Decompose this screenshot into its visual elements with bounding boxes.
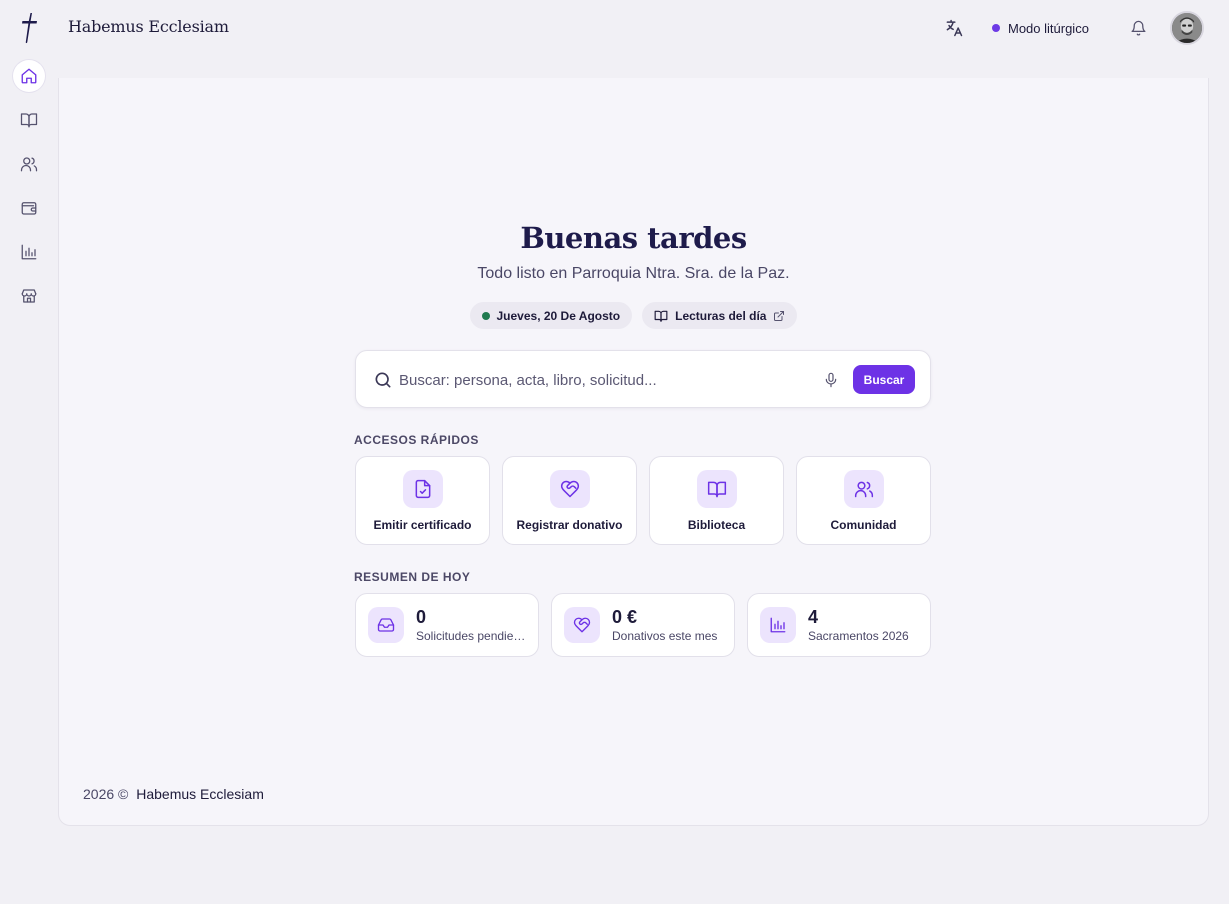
summary-title: RESUMEN DE HOY (354, 570, 471, 584)
bell-icon[interactable] (1128, 18, 1148, 38)
quick-issue-certificate[interactable]: Emitir certificado (355, 456, 490, 545)
stat-label: Donativos este mes (612, 629, 718, 643)
liturgical-mode-toggle[interactable]: Modo litúrgico (992, 17, 1089, 39)
sidebar-item-statistics[interactable] (13, 236, 45, 268)
search-bar: Buscar (355, 350, 931, 408)
app-brand[interactable]: Habemus Ecclesiam (68, 17, 229, 36)
quick-access-label: Registrar donativo (516, 518, 623, 532)
sidebar-item-community[interactable] (13, 148, 45, 180)
quick-register-donation[interactable]: Registrar donativo (502, 456, 637, 545)
inbox-icon (368, 607, 404, 643)
microphone-icon[interactable] (822, 370, 840, 390)
stat-pending-requests[interactable]: 0 Solicitudes pendientes (355, 593, 539, 657)
search-button[interactable]: Buscar (853, 365, 915, 394)
sidebar-item-books[interactable] (13, 104, 45, 136)
status-dot (992, 24, 1000, 32)
stat-label: Sacramentos 2026 (808, 629, 909, 643)
readings-label: Lecturas del día (675, 308, 767, 323)
status-dot (481, 311, 490, 320)
store-icon (21, 289, 37, 303)
liturgical-mode-label: Modo litúrgico (1008, 20, 1089, 36)
quick-access-label: Comunidad (830, 518, 897, 532)
user-avatar[interactable] (1170, 11, 1204, 45)
sidebar-item-home[interactable] (13, 60, 45, 92)
quick-access-label: Emitir certificado (373, 518, 472, 532)
date-chip: Jueves, 20 De Agosto (469, 302, 633, 329)
cross-logo-icon[interactable] (18, 12, 40, 44)
quick-access-title: ACCESOS RÁPIDOS (354, 433, 479, 447)
wallet-icon (21, 202, 37, 215)
top-bar: Habemus Ecclesiam Modo litúrgico (0, 0, 1229, 56)
date-label: Jueves, 20 De Agosto (496, 308, 621, 323)
footer: 2026 © Habemus Ecclesiam (83, 786, 264, 802)
stat-value: 0 € (612, 607, 638, 627)
book-open-icon (697, 470, 737, 508)
search-input[interactable] (399, 365, 809, 395)
quick-community[interactable]: Comunidad (796, 456, 931, 545)
file-check-icon (403, 470, 443, 508)
heart-handshake-icon (550, 470, 590, 508)
quick-library[interactable]: Biblioteca (649, 456, 784, 545)
sidebar-item-wallet[interactable] (13, 192, 45, 224)
bar-chart-icon (760, 607, 796, 643)
heart-handshake-icon (564, 607, 600, 643)
stat-value: 4 (808, 607, 819, 627)
footer-brand: Habemus Ecclesiam (136, 786, 264, 802)
bar-chart-icon (21, 244, 37, 260)
stat-value: 0 (416, 607, 427, 627)
home-icon (21, 68, 37, 84)
users-icon (20, 157, 38, 172)
translate-icon[interactable] (943, 16, 965, 40)
info-chips: Jueves, 20 De Agosto Lecturas del día (59, 302, 1208, 329)
readings-link[interactable]: Lecturas del día (642, 302, 798, 329)
stat-label: Solicitudes pendientes (416, 629, 528, 643)
footer-copyright: 2026 © (83, 786, 129, 802)
parish-subtitle: Todo listo en Parroquia Ntra. Sra. de la… (477, 265, 790, 282)
users-icon (844, 470, 884, 508)
search-icon (375, 372, 391, 388)
book-icon (20, 113, 38, 128)
external-link-icon (774, 310, 785, 321)
main-content: Buenas tardes Todo listo en Parroquia Nt… (58, 78, 1209, 826)
book-open-icon (654, 310, 668, 322)
quick-access-label: Biblioteca (687, 518, 746, 532)
stat-sacraments[interactable]: 4 Sacramentos 2026 (747, 593, 931, 657)
greeting-title: Buenas tardes (520, 221, 747, 255)
stat-monthly-donations[interactable]: 0 € Donativos este mes (551, 593, 735, 657)
sidebar-item-store[interactable] (13, 280, 45, 312)
